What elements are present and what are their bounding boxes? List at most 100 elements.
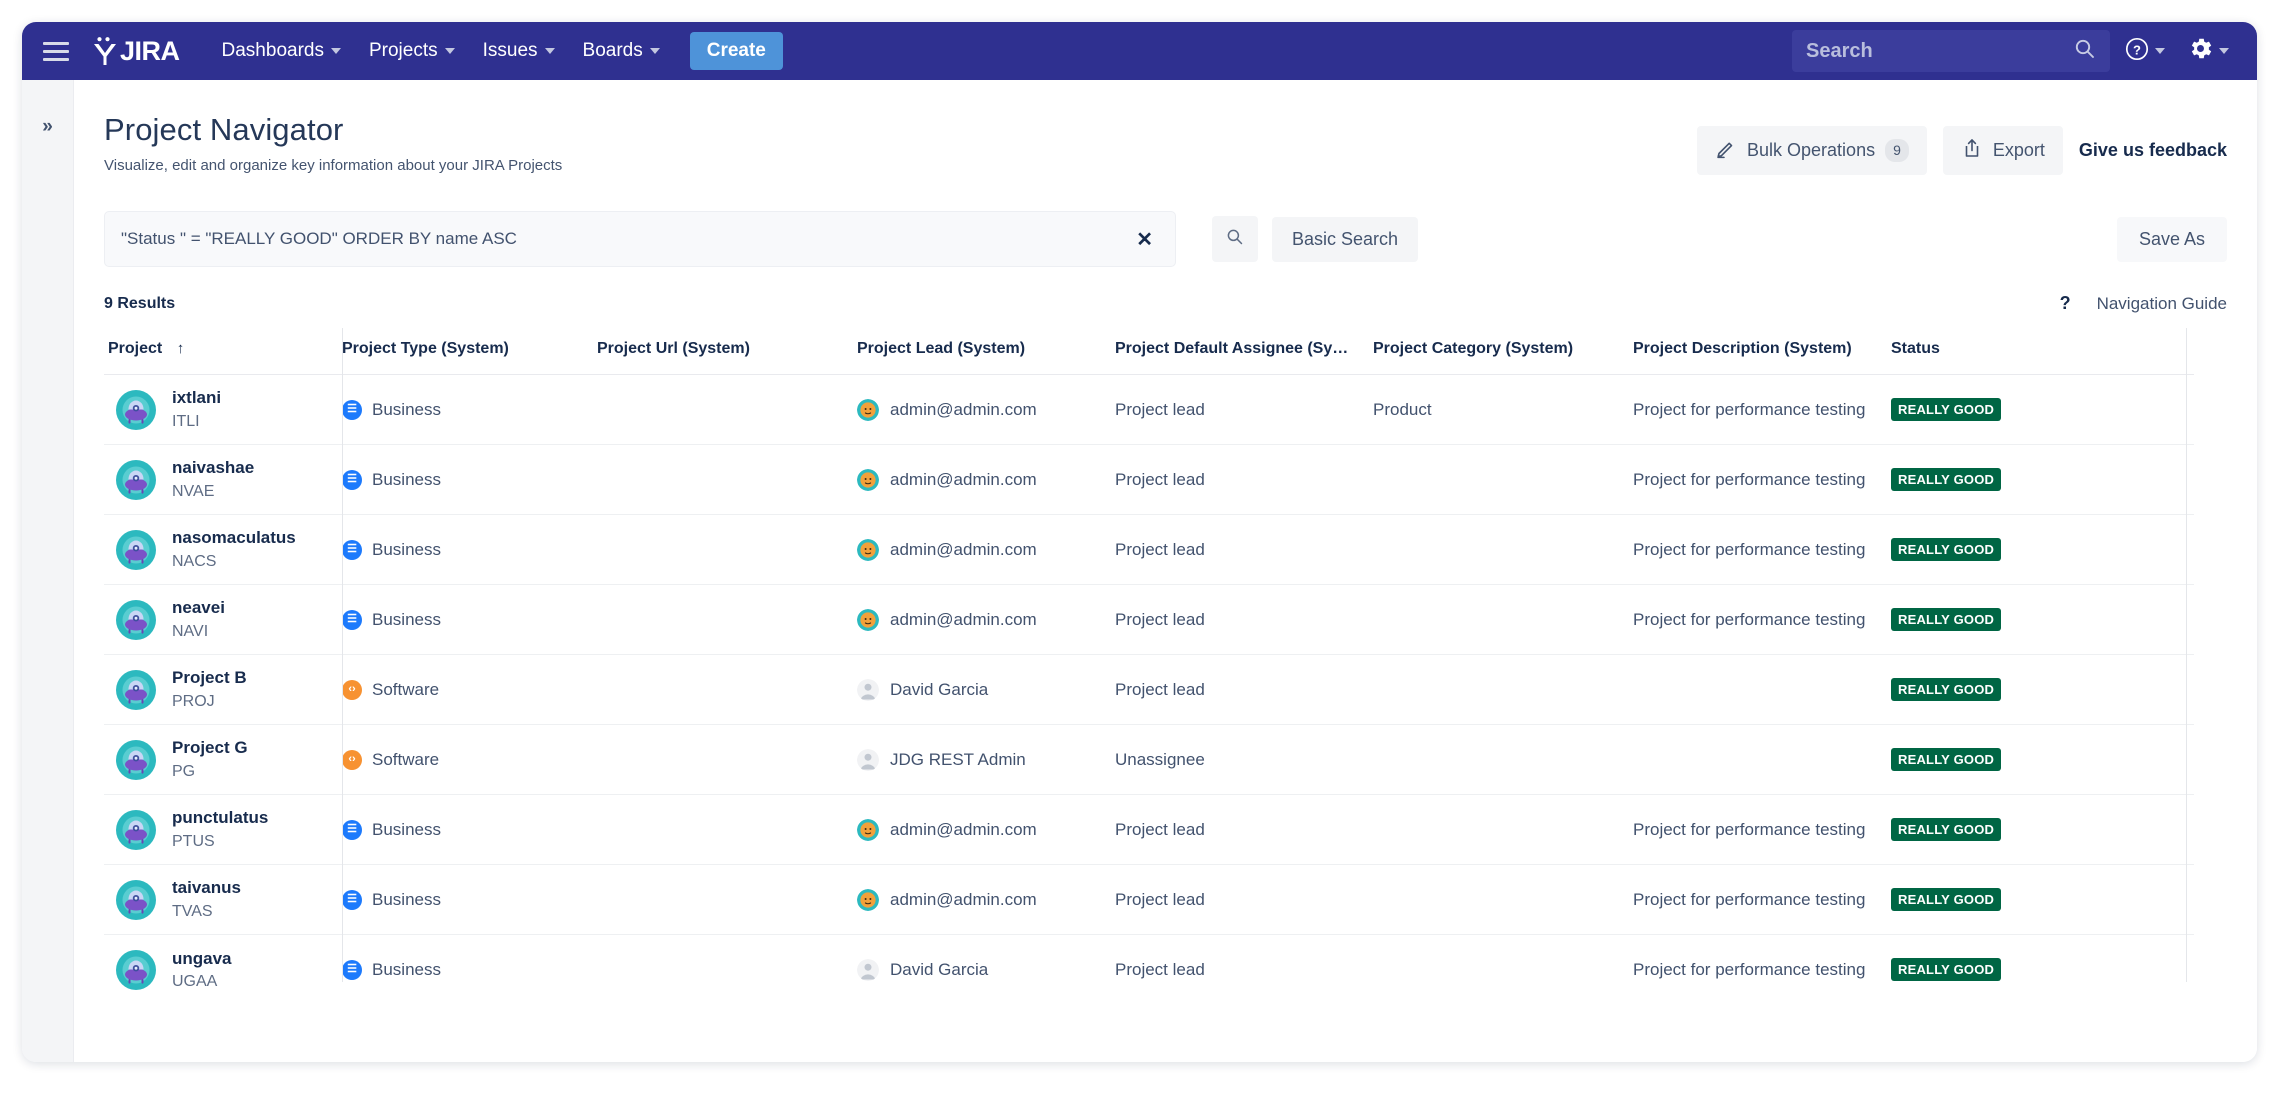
cell-status[interactable]: REALLY GOOD: [1891, 654, 2194, 725]
nav-item-issues[interactable]: Issues: [473, 34, 565, 68]
jira-logo[interactable]: JIRA: [92, 36, 180, 67]
cell-project-lead[interactable]: admin@admin.com: [857, 514, 1115, 585]
nav-item-boards[interactable]: Boards: [573, 34, 670, 68]
cell-project-type[interactable]: ☰ Business: [342, 794, 597, 865]
cell-project-lead[interactable]: admin@admin.com: [857, 584, 1115, 655]
table-row[interactable]: ungava UGAA ☰ Business David Garcia Project l…: [104, 935, 2194, 1005]
bulk-operations-button[interactable]: Bulk Operations 9: [1697, 126, 1927, 175]
cell-project-category[interactable]: [1373, 935, 1633, 1005]
help-button[interactable]: ?: [2116, 30, 2173, 73]
search-input[interactable]: [1806, 39, 2074, 63]
cell-default-assignee[interactable]: Project lead: [1115, 514, 1373, 585]
cell-project-lead[interactable]: David Garcia: [857, 654, 1115, 725]
column-header-project-url[interactable]: Project Url (System): [597, 328, 857, 375]
cell-project-description[interactable]: Project for performance testing: [1633, 864, 1891, 935]
run-search-button[interactable]: [1212, 216, 1258, 262]
cell-project-url[interactable]: [597, 584, 857, 655]
cell-default-assignee[interactable]: Project lead: [1115, 654, 1373, 725]
cell-project-lead[interactable]: admin@admin.com: [857, 374, 1115, 445]
expand-sidebar-button[interactable]: »: [22, 116, 73, 138]
cell-project[interactable]: naivashae NVAE: [104, 444, 342, 515]
cell-default-assignee[interactable]: Project lead: [1115, 794, 1373, 865]
cell-project-url[interactable]: [597, 374, 857, 445]
cell-default-assignee[interactable]: Project lead: [1115, 935, 1373, 1005]
save-as-button[interactable]: Save As: [2116, 216, 2227, 262]
cell-project-lead[interactable]: admin@admin.com: [857, 794, 1115, 865]
cell-project-type[interactable]: ‹› Software: [342, 654, 597, 725]
cell-project[interactable]: Project B PROJ: [104, 654, 342, 725]
cell-project-type[interactable]: ☰ Business: [342, 864, 597, 935]
cell-project-type[interactable]: ☰ Business: [342, 444, 597, 515]
cell-project-category[interactable]: [1373, 724, 1633, 795]
column-header-project[interactable]: Project ↑: [104, 328, 342, 375]
column-header-project-lead[interactable]: Project Lead (System): [857, 328, 1115, 375]
export-button[interactable]: Export: [1942, 126, 2063, 175]
cell-project-description[interactable]: [1633, 654, 1891, 725]
jql-input[interactable]: [121, 229, 1131, 249]
nav-item-projects[interactable]: Projects: [359, 34, 465, 68]
cell-project-category[interactable]: [1373, 654, 1633, 725]
cell-project-lead[interactable]: admin@admin.com: [857, 864, 1115, 935]
cell-status[interactable]: REALLY GOOD: [1891, 584, 2194, 655]
cell-project-category[interactable]: Product: [1373, 374, 1633, 445]
cell-project-description[interactable]: Project for performance testing: [1633, 935, 1891, 1005]
table-row[interactable]: taivanus TVAS ☰ Business admin@admin.com Proj…: [104, 864, 2194, 935]
cell-project[interactable]: Project G PG: [104, 724, 342, 795]
cell-project-description[interactable]: Project for performance testing: [1633, 374, 1891, 445]
nav-item-dashboards[interactable]: Dashboards: [212, 34, 351, 68]
cell-project-lead[interactable]: JDG REST Admin: [857, 724, 1115, 795]
cell-status[interactable]: REALLY GOOD: [1891, 724, 2194, 795]
table-row[interactable]: neavei NAVI ☰ Business admin@admin.com Projec…: [104, 584, 2194, 655]
column-header-project-type[interactable]: Project Type (System): [342, 328, 597, 375]
cell-project-url[interactable]: [597, 935, 857, 1005]
cell-project-lead[interactable]: David Garcia: [857, 935, 1115, 1005]
cell-project[interactable]: neavei NAVI: [104, 584, 342, 655]
cell-project[interactable]: taivanus TVAS: [104, 864, 342, 935]
cell-project-category[interactable]: [1373, 514, 1633, 585]
global-search[interactable]: [1792, 30, 2110, 72]
cell-project-type[interactable]: ‹› Software: [342, 724, 597, 795]
cell-project-url[interactable]: [597, 794, 857, 865]
column-header-default-assignee[interactable]: Project Default Assignee (Sy…: [1115, 328, 1373, 375]
cell-project[interactable]: nasomaculatus NACS: [104, 514, 342, 585]
navigation-guide-link[interactable]: Navigation Guide: [2097, 294, 2227, 314]
cell-project-category[interactable]: [1373, 444, 1633, 515]
cell-project-type[interactable]: ☰ Business: [342, 374, 597, 445]
table-row[interactable]: ixtlani ITLI ☰ Business admin@admin.com Proje…: [104, 374, 2194, 445]
clear-search-icon[interactable]: ✕: [1130, 227, 1159, 252]
cell-project[interactable]: ungava UGAA: [104, 935, 342, 1005]
cell-default-assignee[interactable]: Project lead: [1115, 444, 1373, 515]
cell-project-type[interactable]: ☰ Business: [342, 935, 597, 1005]
cell-status[interactable]: REALLY GOOD: [1891, 444, 2194, 515]
give-us-feedback-link[interactable]: Give us feedback: [2079, 140, 2227, 161]
help-question-icon[interactable]: ?: [2060, 293, 2071, 314]
cell-project-description[interactable]: Project for performance testing: [1633, 514, 1891, 585]
cell-project-url[interactable]: [597, 864, 857, 935]
cell-default-assignee[interactable]: Project lead: [1115, 864, 1373, 935]
table-row[interactable]: Project B PROJ ‹› Software David Garcia Proje…: [104, 654, 2194, 725]
cell-project-description[interactable]: [1633, 724, 1891, 795]
cell-status[interactable]: REALLY GOOD: [1891, 514, 2194, 585]
cell-project-description[interactable]: Project for performance testing: [1633, 444, 1891, 515]
column-header-project-category[interactable]: Project Category (System): [1373, 328, 1633, 375]
cell-project-description[interactable]: Project for performance testing: [1633, 794, 1891, 865]
cell-default-assignee[interactable]: Unassignee: [1115, 724, 1373, 795]
cell-project-url[interactable]: [597, 514, 857, 585]
cell-project[interactable]: ixtlani ITLI: [104, 374, 342, 445]
cell-project-url[interactable]: [597, 724, 857, 795]
cell-project-category[interactable]: [1373, 794, 1633, 865]
cell-project-lead[interactable]: admin@admin.com: [857, 444, 1115, 515]
cell-project[interactable]: punctulatus PTUS: [104, 794, 342, 865]
cell-project-type[interactable]: ☰ Business: [342, 514, 597, 585]
cell-project-description[interactable]: Project for performance testing: [1633, 584, 1891, 655]
cell-project-category[interactable]: [1373, 584, 1633, 655]
settings-button[interactable]: [2179, 29, 2237, 73]
table-row[interactable]: naivashae NVAE ☰ Business admin@admin.com Pro…: [104, 444, 2194, 515]
table-row[interactable]: nasomaculatus NACS ☰ Business admin@admin.co…: [104, 514, 2194, 585]
cell-default-assignee[interactable]: Project lead: [1115, 584, 1373, 655]
cell-project-url[interactable]: [597, 654, 857, 725]
column-header-project-description[interactable]: Project Description (System): [1633, 328, 1891, 375]
cell-project-url[interactable]: [597, 444, 857, 515]
cell-project-type[interactable]: ☰ Business: [342, 584, 597, 655]
hamburger-menu-icon[interactable]: [40, 39, 70, 63]
